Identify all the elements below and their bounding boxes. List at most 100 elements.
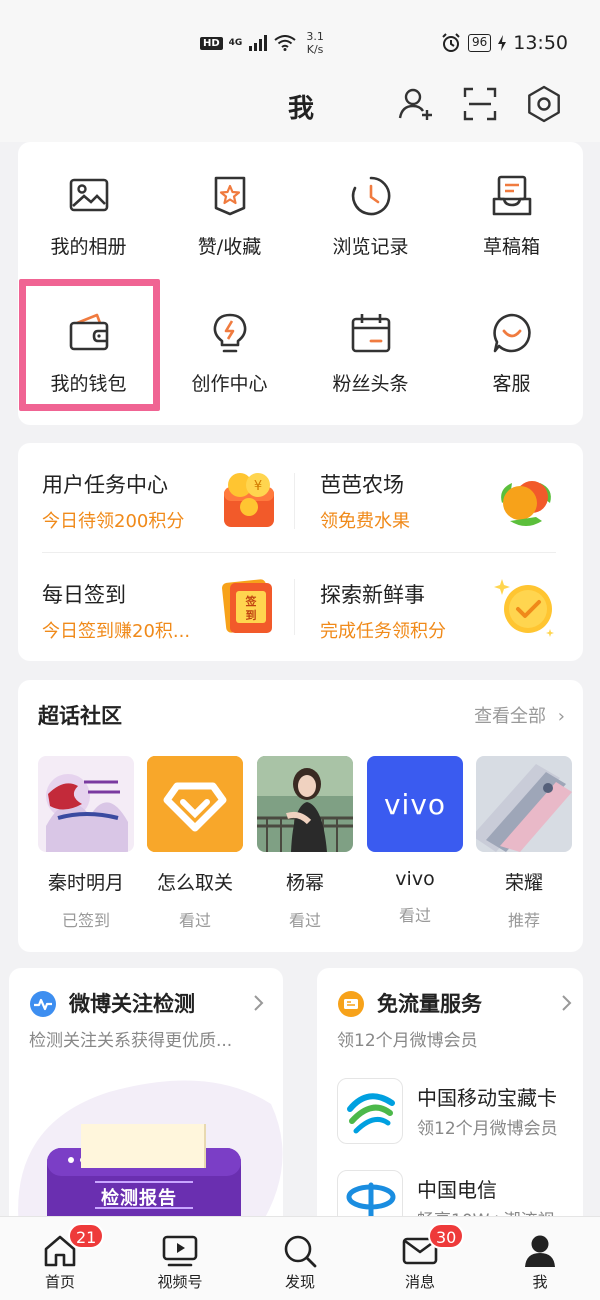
grid-item-label: 我的相册 bbox=[50, 236, 127, 258]
network-speed: 3.1 K/s bbox=[306, 30, 324, 56]
svg-text:到: 到 bbox=[246, 608, 257, 622]
history-icon bbox=[351, 176, 390, 216]
add-friend-icon[interactable] bbox=[396, 84, 436, 124]
bottom-nav-bar: 首页 21 视频号 发现 消息 30 我 bbox=[0, 1216, 600, 1300]
honor-phone-image bbox=[476, 756, 572, 852]
tasks-card: 用户任务中心 今日待领200积分 ¥ 芭芭农场 领免费水果 每日签到 今日签到赚… bbox=[18, 443, 583, 661]
divider bbox=[294, 473, 295, 529]
checkin-card-icon: 签 到 bbox=[222, 579, 272, 633]
gift-bag-icon: ¥ bbox=[224, 473, 274, 527]
topic-item-honor[interactable]: 荣耀 推荐 bbox=[475, 756, 573, 931]
china-mobile-logo bbox=[337, 1078, 403, 1144]
grid-item-fan-headline[interactable]: 粉丝头条 bbox=[300, 279, 441, 399]
free-data-card[interactable]: 免流量服务 领12个月微博会员 中国移动宝藏卡 领12个月微博会员 中国电信 畅… bbox=[317, 968, 583, 1228]
data-card-icon bbox=[338, 991, 364, 1017]
medal-check-icon bbox=[494, 579, 554, 637]
charging-icon bbox=[498, 35, 507, 51]
card-subtitle: 领12个月微博会员 bbox=[337, 1031, 478, 1051]
topic-item-yangmi[interactable]: 杨幂 看过 bbox=[256, 756, 354, 931]
card-subtitle: 检测关注关系获得更优质... bbox=[29, 1031, 233, 1051]
svg-text:¥: ¥ bbox=[254, 479, 262, 494]
nav-home[interactable]: 首页 21 bbox=[0, 1217, 120, 1300]
grid-item-label: 浏览记录 bbox=[332, 236, 409, 258]
topic-name: 杨幂 bbox=[285, 872, 324, 894]
report-label: 检测报告 bbox=[101, 1188, 177, 1209]
task-daily-checkin[interactable]: 每日签到 今日签到赚20积... 签 到 bbox=[42, 579, 297, 643]
profile-icon bbox=[525, 1235, 555, 1267]
grid-item-label: 粉丝头条 bbox=[332, 373, 409, 395]
status-right: 96 13:50 bbox=[441, 32, 568, 54]
grid-item-label: 草稿箱 bbox=[482, 236, 540, 258]
alarm-icon bbox=[442, 33, 460, 52]
nav-me[interactable]: 我 bbox=[480, 1217, 600, 1300]
carrier-china-mobile[interactable]: 中国移动宝藏卡 领12个月微博会员 bbox=[337, 1078, 577, 1144]
topic-status: 看过 bbox=[288, 911, 321, 930]
status-bar: HD 4G 3.1 K/s 96 13:50 bbox=[0, 0, 600, 60]
grid-item-creator-center[interactable]: 创作中心 bbox=[159, 279, 300, 399]
status-left: HD 4G 3.1 K/s bbox=[200, 30, 324, 56]
nav-discover[interactable]: 发现 bbox=[240, 1217, 360, 1300]
scan-icon[interactable] bbox=[460, 84, 500, 124]
nav-label: 我 bbox=[532, 1273, 548, 1291]
hd-indicator: HD bbox=[200, 36, 223, 50]
topic-thumbnail: vivo bbox=[367, 756, 463, 852]
chevron-right-icon: › bbox=[557, 706, 565, 727]
topic-name: 怎么取关 bbox=[156, 872, 233, 894]
vivo-logo: vivo bbox=[383, 787, 447, 821]
nav-video[interactable]: 视频号 bbox=[120, 1217, 240, 1300]
lightbulb-icon bbox=[213, 313, 246, 353]
section-title: 超话社区 bbox=[38, 704, 122, 728]
follow-check-card[interactable]: 微博关注检测 检测关注关系获得更优质... 检测报告 bbox=[9, 968, 283, 1228]
task-subtitle: 今日签到赚20积... bbox=[42, 621, 191, 642]
celebrity-photo bbox=[257, 756, 353, 852]
china-mobile-icon bbox=[347, 1093, 395, 1134]
task-user-center[interactable]: 用户任务中心 今日待领200积分 ¥ bbox=[42, 469, 297, 533]
nav-label: 消息 bbox=[404, 1273, 435, 1291]
draft-box-icon bbox=[492, 175, 531, 216]
divider bbox=[42, 552, 556, 553]
grid-item-photo-album[interactable]: 我的相册 bbox=[18, 142, 159, 262]
video-play-icon bbox=[162, 1235, 198, 1267]
carrier-name: 中国电信 bbox=[417, 1178, 497, 1202]
topic-item-vivo[interactable]: vivo vivo 看过 bbox=[366, 756, 464, 926]
pulse-check-icon bbox=[30, 991, 56, 1017]
svg-text:签: 签 bbox=[245, 594, 258, 608]
nav-messages[interactable]: 消息 30 bbox=[360, 1217, 480, 1300]
topic-status: 推荐 bbox=[507, 911, 540, 930]
nav-label: 首页 bbox=[44, 1273, 75, 1291]
divider bbox=[294, 579, 295, 635]
grid-item-drafts[interactable]: 草稿箱 bbox=[441, 142, 582, 262]
network-type: 4G bbox=[228, 38, 243, 48]
task-explore-new[interactable]: 探索新鲜事 完成任务领积分 bbox=[320, 579, 560, 643]
unread-badge: 21 bbox=[68, 1223, 105, 1249]
super-topic-card: 超话社区 查看全部 › 秦时明月 已签到 怎么取关 看过 杨幂 看过 vivo … bbox=[18, 680, 583, 952]
grid-item-label: 创作中心 bbox=[191, 373, 268, 395]
grid-item-history[interactable]: 浏览记录 bbox=[300, 142, 441, 262]
topic-name: vivo bbox=[395, 868, 435, 890]
see-all-link[interactable]: 查看全部 › bbox=[474, 702, 565, 728]
speed-value: 3.1 bbox=[306, 30, 324, 43]
topic-item-unfollow[interactable]: 怎么取关 看过 bbox=[146, 756, 244, 931]
diamond-logo-icon bbox=[147, 756, 243, 852]
page-title: 我 bbox=[287, 94, 314, 124]
task-baba-farm[interactable]: 芭芭农场 领免费水果 bbox=[320, 469, 560, 533]
topic-status: 看过 bbox=[178, 911, 211, 930]
grid-item-label: 客服 bbox=[492, 373, 531, 395]
grid-item-label: 赞/收藏 bbox=[197, 236, 262, 258]
speed-unit: K/s bbox=[306, 43, 324, 56]
topic-status: 已签到 bbox=[61, 911, 110, 930]
chevron-right-icon bbox=[254, 995, 264, 1011]
topic-thumbnail bbox=[147, 756, 243, 852]
qinshi-game-art bbox=[38, 756, 134, 852]
search-icon bbox=[284, 1235, 317, 1268]
clock-time: 13:50 bbox=[513, 32, 568, 54]
topic-item-qinshi[interactable]: 秦时明月 已签到 bbox=[37, 756, 135, 931]
card-title: 微博关注检测 bbox=[69, 992, 195, 1016]
card-title: 免流量服务 bbox=[377, 992, 482, 1016]
carrier-desc: 领12个月微博会员 bbox=[417, 1119, 558, 1139]
nav-label: 视频号 bbox=[157, 1273, 203, 1291]
see-all-label: 查看全部 bbox=[474, 706, 547, 727]
grid-item-favorites[interactable]: 赞/收藏 bbox=[159, 142, 300, 262]
grid-item-customer-service[interactable]: 客服 bbox=[441, 279, 582, 399]
settings-gear-icon[interactable] bbox=[524, 84, 564, 124]
